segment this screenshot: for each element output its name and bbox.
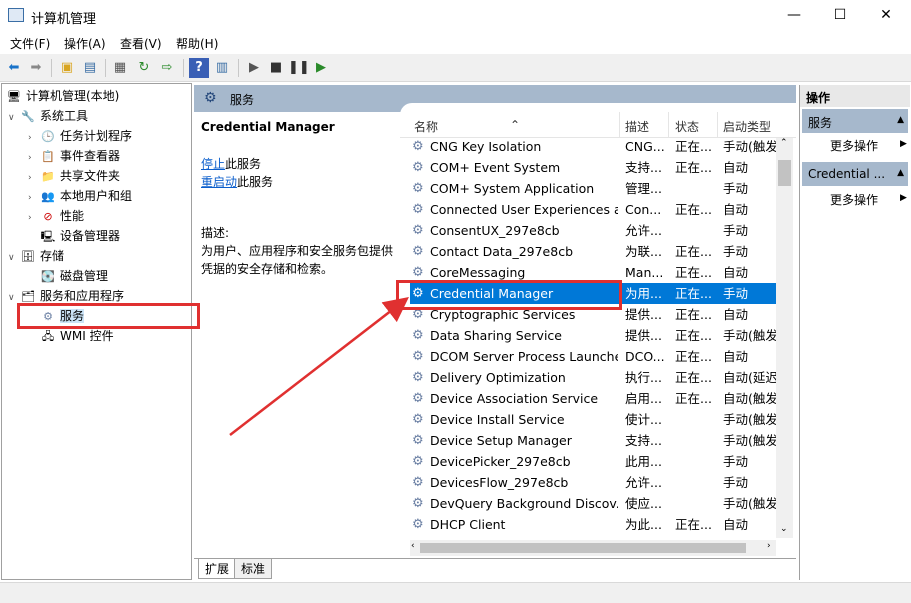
annotation-arrow <box>0 0 911 603</box>
arrow-line <box>230 300 405 435</box>
